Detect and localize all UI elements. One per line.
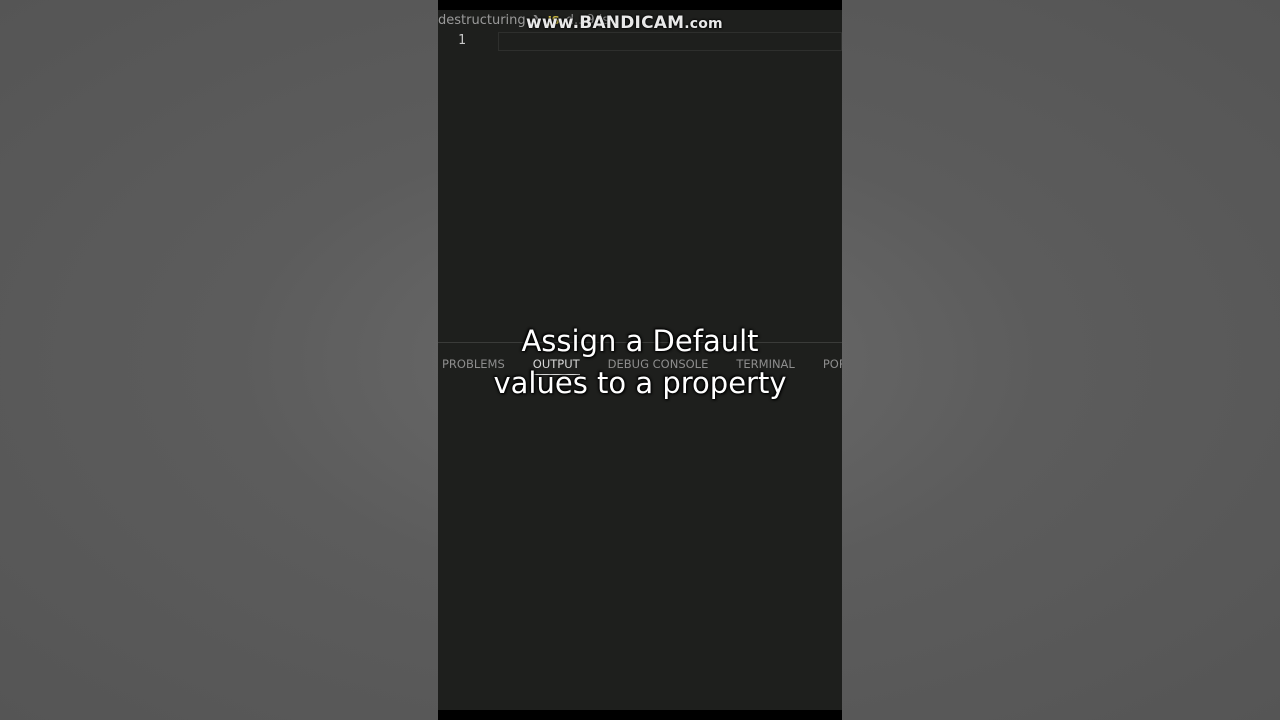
current-line-highlight[interactable] [498, 32, 842, 51]
vertical-video-frame: destructuring ❯ JS d...9.js www.BANDICAM… [438, 0, 842, 720]
caption-line-1: Assign a Default [521, 324, 759, 358]
bottom-letterbox-bar [438, 710, 842, 720]
top-letterbox-bar [438, 0, 842, 10]
video-caption: Assign a Default values to a property [438, 320, 842, 404]
line-number: 1 [458, 33, 466, 48]
code-editor[interactable]: 1 [438, 30, 842, 342]
caption-line-2: values to a property [493, 366, 787, 400]
breadcrumb-folder[interactable]: destructuring [438, 13, 526, 28]
